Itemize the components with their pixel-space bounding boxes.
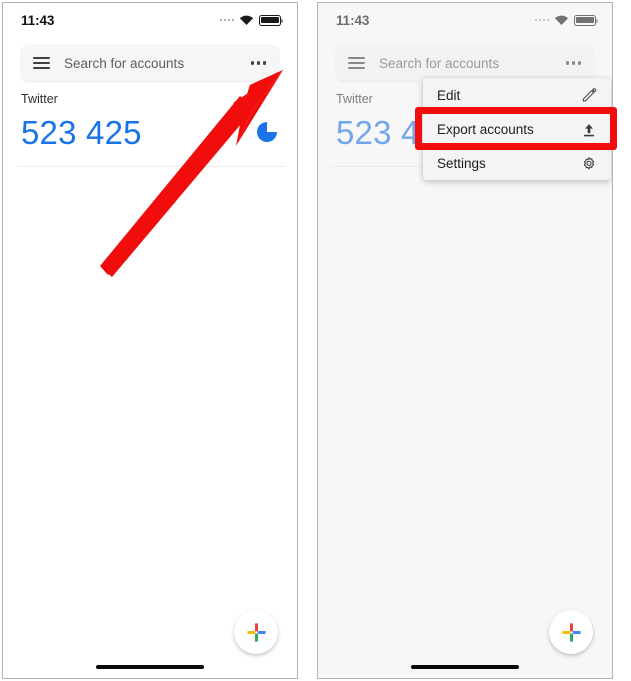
- battery-full-icon: [574, 14, 599, 26]
- menu-item-edit[interactable]: Edit: [423, 78, 611, 112]
- account-otp-code: 523 4: [336, 113, 420, 151]
- status-bar: 11:43: [318, 3, 612, 37]
- status-bar-icons: [534, 14, 599, 26]
- signal-dots-icon: [219, 18, 234, 22]
- status-bar-icons: [219, 14, 284, 26]
- phone-screen-before: 11:43 Search for accounts Twitter 523 42…: [2, 2, 298, 679]
- menu-item-label: Settings: [437, 156, 486, 171]
- add-account-button[interactable]: [234, 610, 278, 654]
- home-indicator: [411, 665, 519, 669]
- menu-item-settings[interactable]: Settings: [423, 146, 611, 180]
- more-options-icon[interactable]: [250, 61, 266, 65]
- search-input[interactable]: Search for accounts: [379, 56, 566, 71]
- countdown-pie-icon: [257, 122, 277, 143]
- status-bar-clock: 11:43: [336, 12, 370, 28]
- phone-screen-after: 11:43 Search for accounts Twitter 523 4: [317, 2, 613, 679]
- pencil-icon: [582, 88, 597, 102]
- home-indicator: [96, 665, 204, 669]
- search-bar[interactable]: Search for accounts: [336, 45, 594, 81]
- search-input[interactable]: Search for accounts: [64, 56, 251, 71]
- account-entry[interactable]: Twitter 523 425: [21, 93, 281, 150]
- menu-item-label: Edit: [437, 87, 461, 103]
- account-name: Twitter: [21, 92, 58, 106]
- more-options-icon[interactable]: [565, 61, 581, 65]
- add-account-icon: [246, 622, 266, 642]
- gear-icon: [583, 156, 595, 169]
- hamburger-icon[interactable]: [33, 56, 50, 70]
- signal-dots-icon: [534, 18, 549, 22]
- wifi-icon: [554, 15, 569, 25]
- add-account-icon: [561, 622, 581, 642]
- battery-full-icon: [259, 14, 284, 26]
- menu-item-export-accounts[interactable]: Export accounts: [423, 112, 611, 146]
- upload-icon: [583, 123, 595, 136]
- status-bar: 11:43: [3, 3, 297, 37]
- overflow-menu: Edit Export accounts Settings: [423, 78, 611, 180]
- status-bar-clock: 11:43: [21, 12, 55, 28]
- add-account-button[interactable]: [549, 610, 593, 654]
- search-bar[interactable]: Search for accounts: [21, 45, 279, 81]
- list-divider: [17, 166, 285, 167]
- account-otp-code: 523 425: [21, 113, 142, 151]
- wifi-icon: [239, 15, 254, 25]
- screenshot-canvas: 11:43 Search for accounts Twitter 523 42…: [0, 0, 631, 681]
- account-code-row: 523 425: [21, 113, 281, 151]
- menu-item-label: Export accounts: [437, 122, 534, 137]
- hamburger-icon[interactable]: [348, 56, 365, 70]
